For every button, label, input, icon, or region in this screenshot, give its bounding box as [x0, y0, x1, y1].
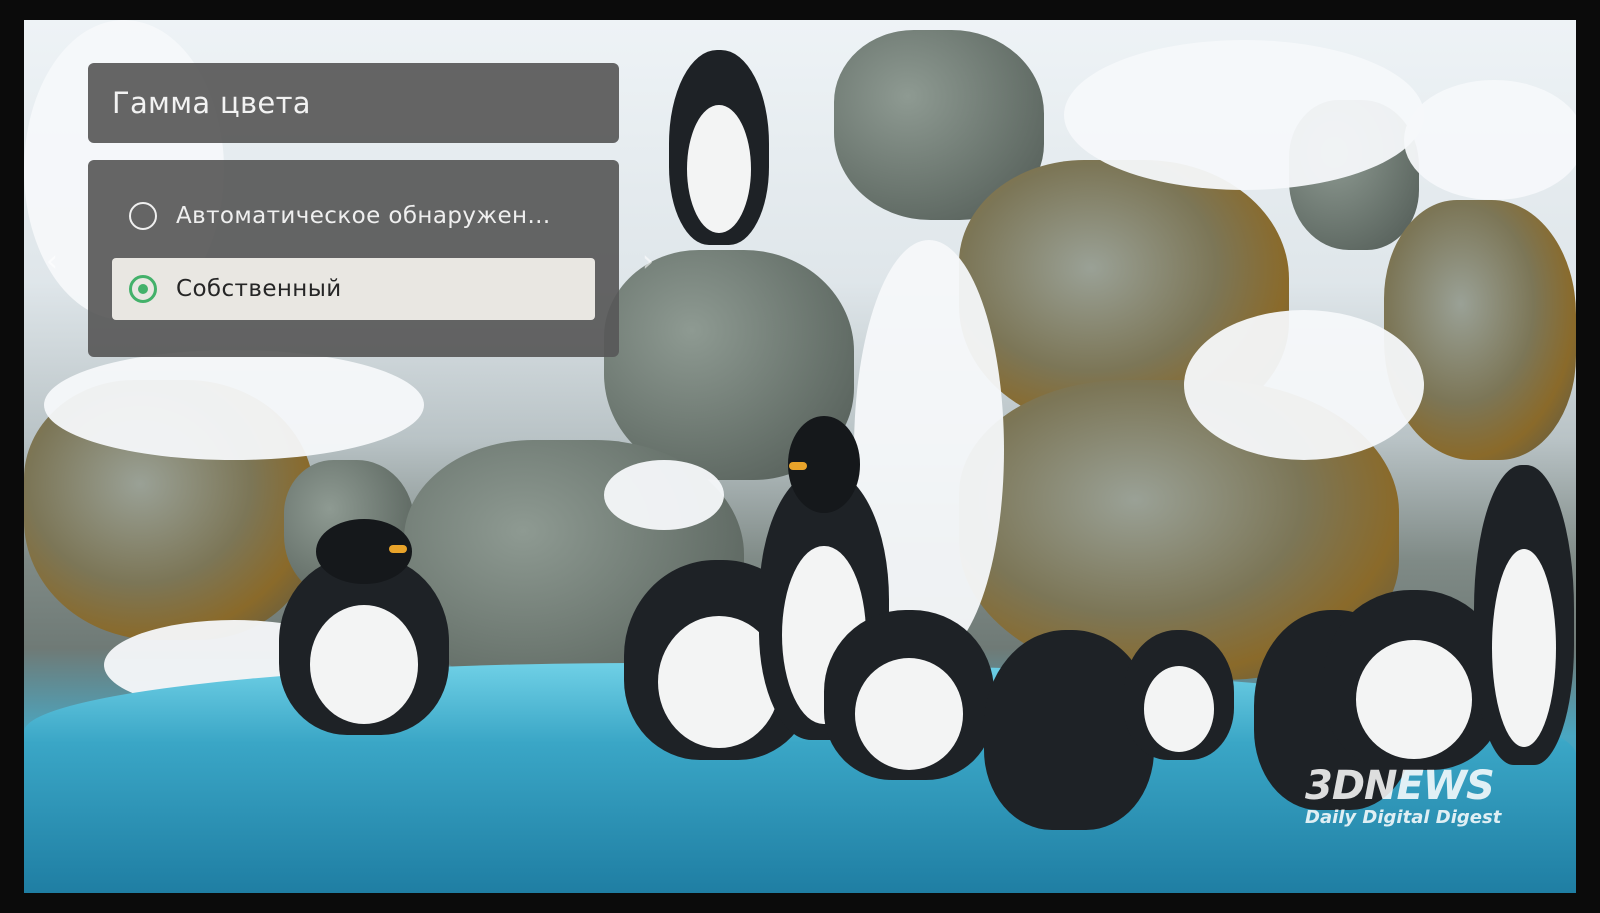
radio-selected-icon — [129, 275, 157, 303]
option-label: Собственный — [176, 276, 342, 302]
snow-patch — [1064, 40, 1424, 190]
rock — [1384, 200, 1576, 460]
penguin — [1124, 630, 1234, 760]
snow-patch — [44, 350, 424, 460]
watermark: 3DNEWS Daily Digital Digest — [1305, 765, 1565, 845]
watermark-logo: 3DNEWS — [1305, 763, 1495, 809]
snow-patch — [1404, 80, 1576, 200]
option-label: Автоматическое обнаружен... — [176, 203, 551, 229]
snow-patch — [604, 460, 724, 530]
option-auto-detect[interactable]: Автоматическое обнаружен... — [112, 185, 595, 247]
chevron-right-icon[interactable]: › — [642, 244, 654, 279]
penguin — [279, 519, 449, 735]
penguin — [824, 610, 994, 780]
penguin — [1474, 465, 1574, 765]
penguin — [669, 50, 769, 245]
snow-patch — [1184, 310, 1424, 460]
option-native[interactable]: Собственный — [112, 258, 595, 320]
radio-unselected-icon — [129, 202, 157, 230]
chevron-left-icon[interactable]: ‹ — [46, 244, 58, 279]
color-gamut-options: Автоматическое обнаружен... Собственный — [88, 160, 619, 357]
menu-title: Гамма цвета — [112, 86, 311, 120]
menu-title-card: Гамма цвета — [88, 63, 619, 143]
watermark-tagline: Daily Digital Digest — [1305, 807, 1502, 828]
